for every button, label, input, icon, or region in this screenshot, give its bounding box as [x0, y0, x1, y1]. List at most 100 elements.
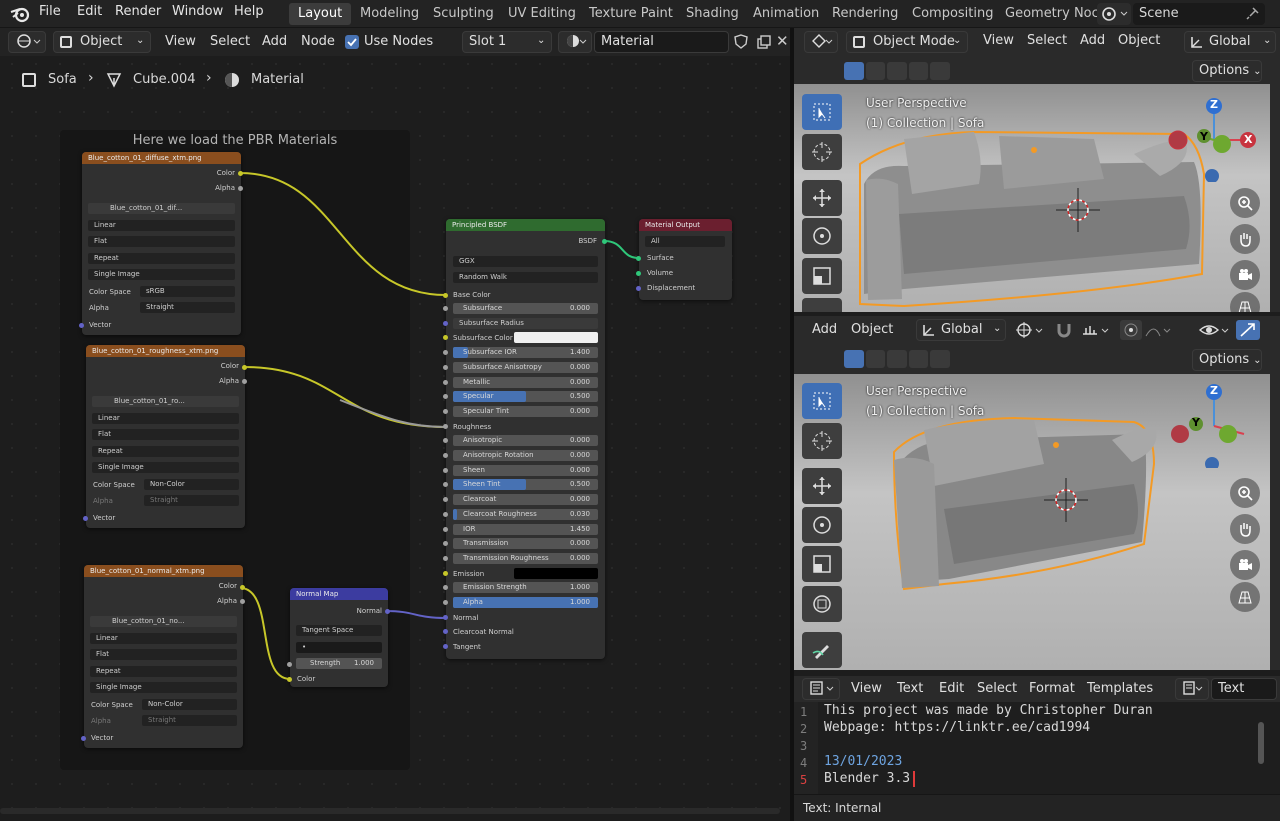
- menu-object[interactable]: Object: [1118, 33, 1160, 48]
- extension-dropdown[interactable]: Repeat: [90, 666, 237, 677]
- bsdf-input-slider[interactable]: Clearcoat 0.000: [453, 494, 598, 506]
- cursor-tool[interactable]: [802, 423, 842, 459]
- interpolation-dropdown[interactable]: Linear: [88, 220, 235, 231]
- bsdf-input-socket[interactable]: [443, 408, 448, 414]
- select-subtract-icon[interactable]: [887, 350, 907, 368]
- tab-rendering[interactable]: Rendering: [823, 3, 907, 25]
- menu-text[interactable]: Text: [897, 681, 923, 696]
- alpha-dropdown[interactable]: Straight: [140, 302, 235, 313]
- visibility-eye-icon[interactable]: [1198, 320, 1232, 340]
- camera-icon[interactable]: [1230, 260, 1260, 290]
- select-box-tool[interactable]: [802, 94, 842, 130]
- select-box-tool[interactable]: [802, 383, 842, 419]
- menu-format[interactable]: Format: [1029, 681, 1075, 696]
- image-selector[interactable]: Blue_cotton_01_ro...: [92, 396, 239, 407]
- bsdf-input-socket[interactable]: [443, 453, 448, 458]
- viewport-bottom[interactable]: User Perspective (1) Collection | Sofa Z…: [794, 374, 1270, 670]
- projection-dropdown[interactable]: Flat: [90, 649, 237, 660]
- socket-strength[interactable]: [287, 662, 292, 667]
- material-output-node[interactable]: Material Output All Surface Volume Displ…: [639, 219, 732, 300]
- menu-object[interactable]: Object: [851, 322, 893, 337]
- source-dropdown[interactable]: Single Image: [92, 462, 239, 473]
- bsdf-input-socket[interactable]: [443, 526, 448, 532]
- socket-vector[interactable]: [79, 323, 84, 328]
- mode-dropdown[interactable]: Object Mode ⌄: [846, 31, 968, 53]
- space-dropdown[interactable]: Tangent Space: [296, 625, 382, 636]
- select-intersect-icon[interactable]: [930, 350, 950, 368]
- menu-view[interactable]: View: [851, 681, 882, 696]
- projection-dropdown[interactable]: Flat: [88, 236, 235, 247]
- image-selector[interactable]: Blue_cotton_01_no...: [90, 616, 237, 627]
- socket-base-color[interactable]: [443, 293, 448, 298]
- extension-dropdown[interactable]: Repeat: [88, 253, 235, 264]
- gizmo-toggle-icon[interactable]: [1236, 320, 1260, 340]
- socket-color[interactable]: [240, 585, 245, 590]
- bsdf-color-swatch[interactable]: [514, 332, 598, 344]
- menu-templates[interactable]: Templates: [1087, 681, 1153, 696]
- scene-selector-button[interactable]: [1097, 3, 1131, 25]
- bsdf-input-slider[interactable]: Transmission 0.000: [453, 538, 598, 550]
- viewport-top[interactable]: User Perspective (1) Collection | Sofa Z…: [794, 84, 1270, 312]
- target-dropdown[interactable]: All: [645, 236, 725, 247]
- text-line[interactable]: Blender 3.3: [824, 771, 910, 786]
- options-dropdown[interactable]: Options ⌄: [1192, 349, 1262, 371]
- interpolation-dropdown[interactable]: Linear: [92, 413, 239, 424]
- orientation-dropdown[interactable]: Global ⌄: [1184, 31, 1276, 53]
- socket-vector[interactable]: [83, 516, 88, 521]
- editor-type-button[interactable]: [802, 678, 840, 700]
- bsdf-input-slider[interactable]: Anisotropic Rotation 0.000: [453, 450, 598, 461]
- bsdf-input-socket[interactable]: [443, 570, 448, 576]
- viewport-sidebar-edge[interactable]: [1270, 374, 1280, 670]
- zoom-icon[interactable]: [1230, 188, 1260, 218]
- editor-type-button[interactable]: [804, 31, 838, 53]
- move-tool[interactable]: [802, 468, 842, 504]
- text-browse-button[interactable]: [1175, 678, 1209, 700]
- image-texture-node-roughness[interactable]: Blue_cotton_01_roughness_xtm.png Color A…: [86, 345, 245, 528]
- menu-add[interactable]: Add: [812, 322, 837, 337]
- select-extend-icon[interactable]: [865, 62, 886, 80]
- bsdf-input-slider[interactable]: Specular Tint 0.000: [453, 405, 598, 417]
- menu-select[interactable]: Select: [1027, 33, 1067, 48]
- bsdf-input-slider[interactable]: Anisotropic 0.000: [453, 435, 598, 447]
- rotate-tool[interactable]: [802, 218, 842, 254]
- text-line[interactable]: This project was made by Christopher Dur…: [824, 703, 1153, 718]
- select-invert-icon[interactable]: [908, 62, 929, 80]
- menu-view[interactable]: View: [983, 33, 1014, 48]
- source-dropdown[interactable]: Single Image: [90, 682, 237, 693]
- tab-geometry-nodes[interactable]: Geometry Noc: [996, 3, 1108, 25]
- bsdf-input-dropdown[interactable]: Subsurface Radius: [453, 317, 598, 329]
- select-intersect-icon[interactable]: [930, 62, 950, 80]
- image-texture-node-diffuse[interactable]: Blue_cotton_01_diffuse_xtm.png Color Alp…: [82, 152, 241, 335]
- socket-color[interactable]: [238, 171, 243, 176]
- uv-map-field[interactable]: •: [296, 642, 382, 653]
- bsdf-input-socket[interactable]: [443, 614, 448, 620]
- text-name-field[interactable]: Text: [1211, 678, 1277, 700]
- bsdf-input-slider[interactable]: Clearcoat Roughness 0.030: [453, 508, 598, 520]
- projection-dropdown[interactable]: Flat: [92, 429, 239, 440]
- text-scrollbar[interactable]: [1258, 722, 1264, 764]
- snap-magnet-icon[interactable]: [1054, 320, 1078, 340]
- principled-bsdf-node[interactable]: Principled BSDF BSDF GGX Random Walk Bas…: [446, 219, 605, 659]
- falloff-curve-icon[interactable]: [1144, 320, 1174, 340]
- socket-normal-out[interactable]: [385, 609, 390, 614]
- interpolation-dropdown[interactable]: Linear: [90, 633, 237, 644]
- transform-tool[interactable]: [802, 586, 842, 622]
- tab-compositing[interactable]: Compositing: [903, 3, 1003, 25]
- pin-icon[interactable]: [1246, 6, 1260, 20]
- bsdf-input-slider[interactable]: Specular 0.500: [453, 391, 598, 403]
- bsdf-input-slider[interactable]: IOR 1.450: [453, 523, 598, 535]
- source-dropdown[interactable]: Single Image: [88, 269, 235, 280]
- scale-tool[interactable]: [802, 258, 842, 294]
- socket-alpha[interactable]: [238, 186, 243, 191]
- alpha-dropdown[interactable]: Straight: [142, 715, 237, 726]
- menu-add[interactable]: Add: [1080, 33, 1105, 48]
- subsurface-method-dropdown[interactable]: Random Walk: [453, 272, 598, 283]
- text-editor[interactable]: View Text Edit Select Format Templates T…: [794, 676, 1280, 821]
- pan-hand-icon[interactable]: [1230, 224, 1260, 254]
- bsdf-input-slider[interactable]: Subsurface 0.000: [453, 303, 598, 314]
- bsdf-input-slider[interactable]: Emission Strength 1.000: [453, 582, 598, 594]
- scale-tool[interactable]: [802, 546, 842, 582]
- bsdf-input-socket[interactable]: [443, 306, 448, 311]
- bsdf-input-socket[interactable]: [443, 511, 448, 517]
- transform-tool[interactable]: [802, 298, 842, 312]
